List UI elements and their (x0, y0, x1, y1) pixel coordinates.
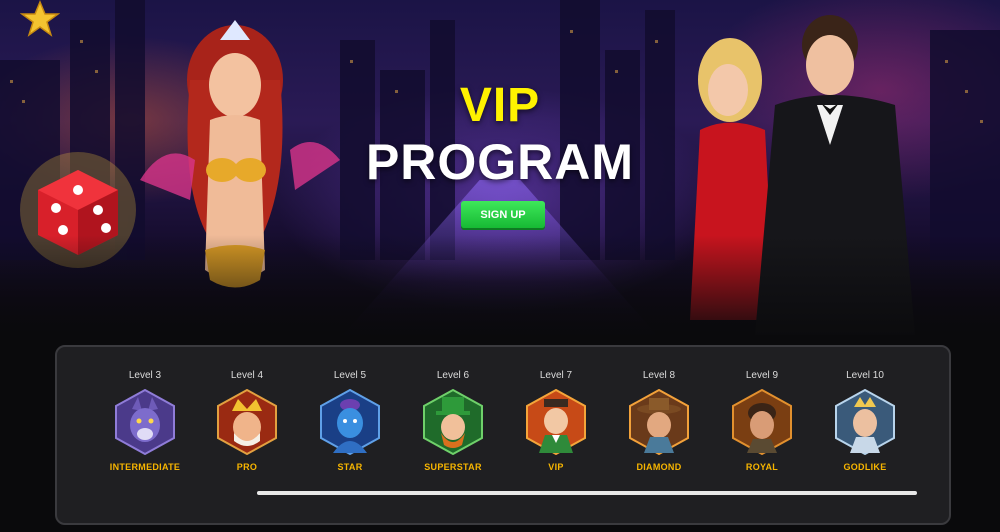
level-label: Level 5 (333, 370, 367, 381)
hero-banner: VIP PROGRAM SIGN UP (0, 0, 1000, 345)
adventurer-icon (732, 389, 792, 455)
level-name: INTERMEDIATE (109, 462, 181, 472)
cowboy-icon (629, 389, 689, 455)
level-name: ROYAL (745, 462, 779, 472)
title-vip: VIP (459, 79, 541, 132)
gentleman-icon (526, 389, 586, 455)
level-item-9[interactable]: Level 9 ROYAL (712, 369, 812, 473)
level-item-10[interactable]: Level 10 GODLIKE (815, 369, 915, 473)
level-label: Level 7 (539, 370, 573, 381)
warrior-icon (835, 389, 895, 455)
level-item-8[interactable]: Level 8 DIAMOND (609, 369, 709, 473)
title-program: PROGRAM (365, 134, 635, 190)
level-label: Level 8 (642, 370, 676, 381)
level-item-4[interactable]: Level 4 PRO (197, 369, 297, 473)
level-item-7[interactable]: Level 7 VIP (506, 369, 606, 473)
leprechaun-icon (423, 389, 483, 455)
star-icon (20, 0, 60, 37)
level-name: STAR (337, 462, 363, 472)
vip-levels-panel: Level 3 INTERMEDIATE Level 4 PRO Level 5 (55, 345, 951, 525)
level-label: Level 4 (230, 370, 264, 381)
hero-fade (0, 235, 1000, 345)
level-name: GODLIKE (843, 462, 887, 472)
sign-up-button[interactable]: SIGN UP (461, 201, 545, 228)
levels-scrollbar[interactable] (257, 491, 917, 495)
level-label: Level 3 (128, 370, 162, 381)
level-name: DIAMOND (636, 462, 682, 472)
level-item-5[interactable]: Level 5 STAR (300, 369, 400, 473)
level-label: Level 10 (846, 370, 884, 381)
king-icon (217, 389, 277, 455)
level-label: Level 6 (436, 370, 470, 381)
level-name: SUPERSTAR (424, 462, 482, 472)
level-label: Level 9 (745, 370, 779, 381)
level-item-3[interactable]: Level 3 INTERMEDIATE (95, 369, 195, 473)
level-name: PRO (236, 462, 258, 472)
wolf-icon (115, 389, 175, 455)
level-name: VIP (548, 462, 564, 472)
genie-icon (320, 389, 380, 455)
level-item-6[interactable]: Level 6 SUPERSTAR (403, 369, 503, 473)
